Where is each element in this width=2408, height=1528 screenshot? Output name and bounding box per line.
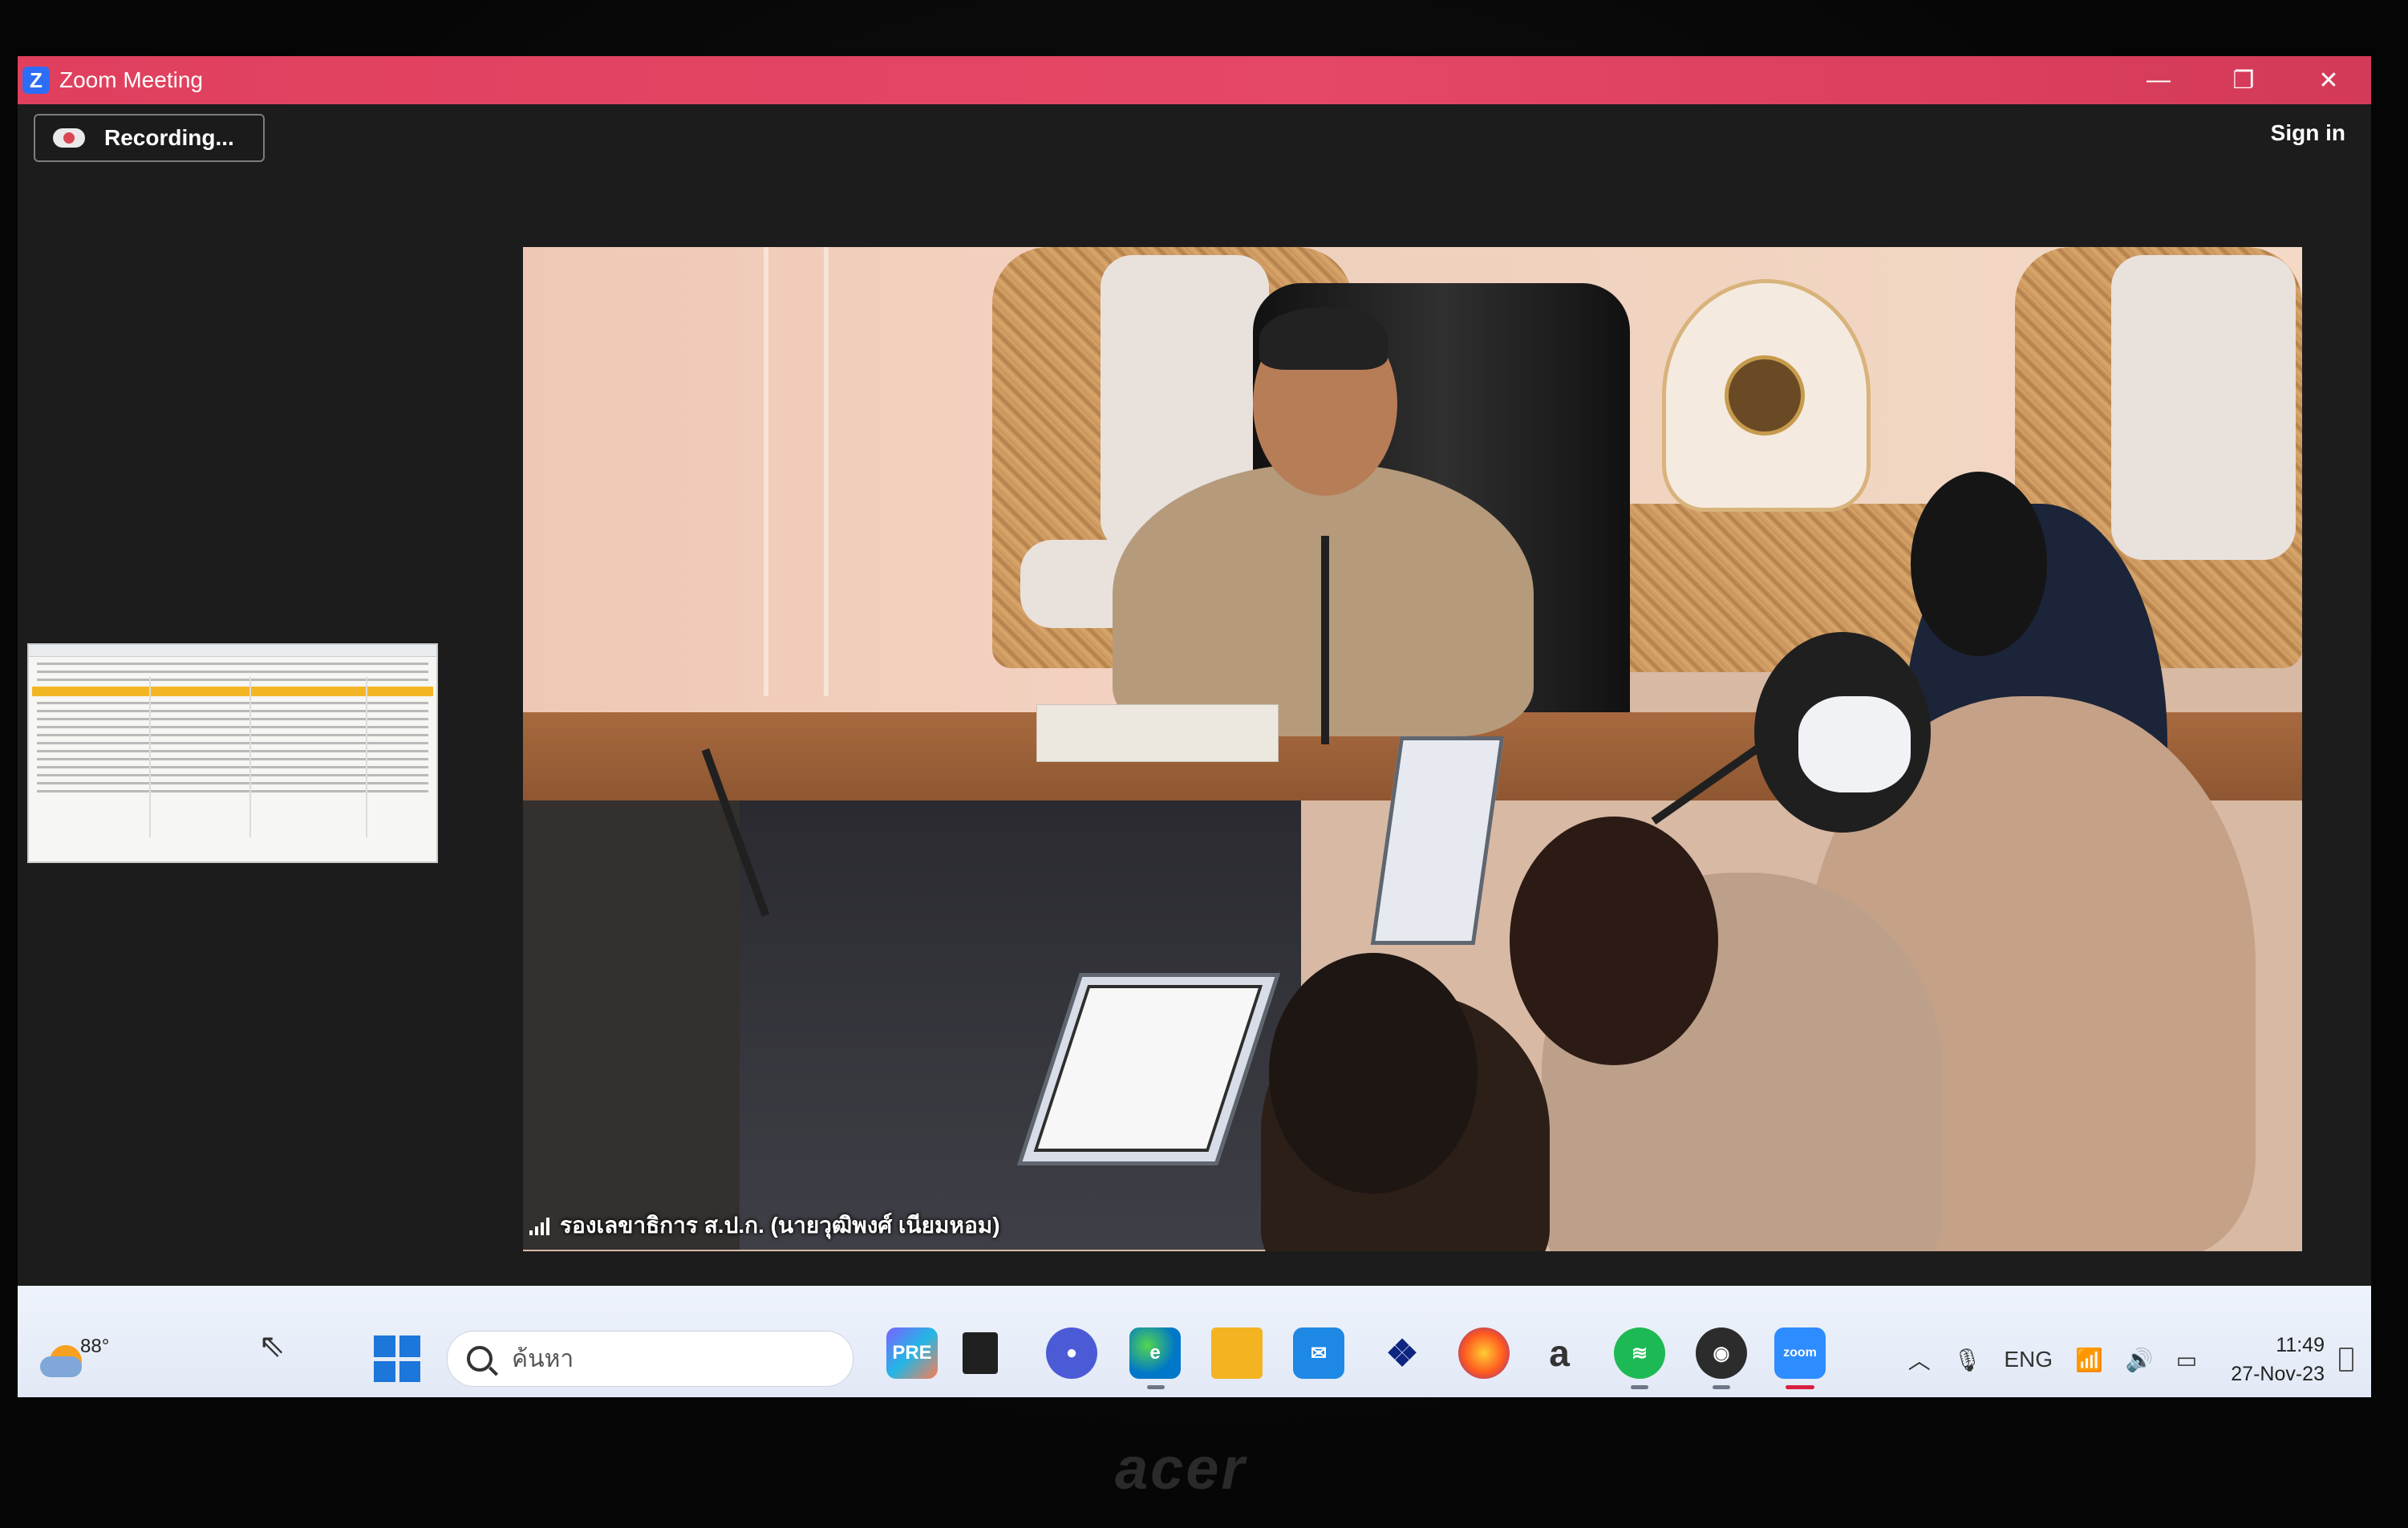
zoom-icon[interactable]: zoom bbox=[1774, 1327, 1826, 1379]
obs-icon[interactable]: ◉ bbox=[1696, 1327, 1747, 1379]
screen: Z Zoom Meeting — ❐ ✕ Recording... Sign i… bbox=[18, 56, 2371, 1397]
start-button[interactable] bbox=[374, 1335, 420, 1382]
volume-icon[interactable]: 🔊 bbox=[2126, 1347, 2154, 1373]
shared-screen-thumbnail[interactable] bbox=[27, 643, 438, 863]
recording-label: Recording... bbox=[104, 125, 234, 150]
show-desktop-button[interactable] bbox=[2339, 1348, 2353, 1372]
signal-strength-icon bbox=[529, 1216, 550, 1235]
restore-button[interactable]: ❐ bbox=[2201, 56, 2286, 104]
copilot-icon[interactable]: PRE bbox=[886, 1327, 938, 1379]
cloud-recording-icon bbox=[53, 128, 85, 148]
sign-in-link[interactable]: Sign in bbox=[2271, 120, 2345, 146]
file-manager-icon[interactable] bbox=[963, 1332, 998, 1374]
close-button[interactable]: ✕ bbox=[2286, 56, 2371, 104]
thumbnail-toolbar bbox=[29, 645, 436, 657]
zoom-logo-icon: Z bbox=[22, 67, 50, 94]
chat-icon[interactable]: ● bbox=[1046, 1327, 1097, 1379]
mouse-cursor-icon: ⇖ bbox=[258, 1328, 286, 1364]
system-tray: ︿ 🎙 ENG 📶 🔊 ▭ 11:49 27-Nov-23 bbox=[1897, 1319, 2371, 1397]
taskbar-search[interactable]: ค้นหา bbox=[447, 1331, 853, 1387]
participant-name: รองเลขาธิการ ส.ป.ก. (นายวุฒิพงศ์ เนียมหอ… bbox=[560, 1213, 1000, 1238]
spotify-icon[interactable]: ≋ bbox=[1614, 1327, 1665, 1379]
file-explorer-icon[interactable] bbox=[1211, 1327, 1263, 1379]
dropbox-icon[interactable]: ❖ bbox=[1376, 1327, 1428, 1379]
clock-time: 11:49 bbox=[2276, 1334, 2325, 1356]
microphone-icon[interactable]: 🎙 bbox=[1953, 1347, 1982, 1373]
active-speaker-video[interactable]: รองเลขาธิการ ส.ป.ก. (นายวุฒิพงศ์ เนียมหอ… bbox=[523, 247, 2302, 1251]
language-indicator[interactable]: ENG bbox=[2004, 1347, 2053, 1372]
windows-taskbar: 88° ⇖ ค้นหา PRE ● e ✉ ❖ a ≋ ◉ zoom ︿ 🎙 E… bbox=[18, 1286, 2371, 1397]
royal-emblem bbox=[1662, 279, 1871, 512]
window-title-bar: Z Zoom Meeting — ❐ ✕ bbox=[18, 56, 2371, 104]
minimize-button[interactable]: — bbox=[2116, 56, 2201, 104]
spotify-running-indicator bbox=[1631, 1385, 1648, 1389]
zoom-active-indicator bbox=[1786, 1385, 1814, 1389]
firefox-icon[interactable] bbox=[1458, 1327, 1510, 1379]
taskbar-clock[interactable]: 11:49 27-Nov-23 bbox=[2231, 1331, 2325, 1388]
search-placeholder: ค้นหา bbox=[512, 1345, 574, 1372]
obs-running-indicator bbox=[1713, 1385, 1730, 1389]
acer-logo: acer bbox=[1115, 1435, 1247, 1502]
mail-icon[interactable]: ✉ bbox=[1293, 1327, 1344, 1379]
clock-date: 27-Nov-23 bbox=[2231, 1363, 2325, 1385]
battery-icon[interactable]: ▭ bbox=[2176, 1347, 2197, 1373]
participant-name-label: รองเลขาธิการ ส.ป.ก. (นายวุฒิพงศ์ เนียมหอ… bbox=[529, 1208, 1000, 1243]
amazon-icon[interactable]: a bbox=[1534, 1327, 1585, 1379]
window-controls: — ❐ ✕ bbox=[2116, 56, 2371, 104]
wifi-icon[interactable]: 📶 bbox=[2075, 1347, 2103, 1373]
chevron-up-icon[interactable]: ︿ bbox=[1908, 1344, 1931, 1376]
search-icon bbox=[467, 1346, 493, 1372]
window-title: Zoom Meeting bbox=[59, 67, 203, 92]
weather-temperature: 88° bbox=[80, 1335, 110, 1357]
recording-status-button[interactable]: Recording... bbox=[34, 114, 265, 162]
weather-cloud-icon bbox=[40, 1356, 82, 1377]
weather-widget[interactable]: 88° bbox=[39, 1327, 119, 1384]
zoom-meeting-body: Recording... Sign in รองเลขาธิการ ส.ป.ก.… bbox=[18, 104, 2371, 1341]
edge-icon[interactable]: e bbox=[1129, 1327, 1181, 1379]
edge-running-indicator bbox=[1147, 1385, 1165, 1389]
